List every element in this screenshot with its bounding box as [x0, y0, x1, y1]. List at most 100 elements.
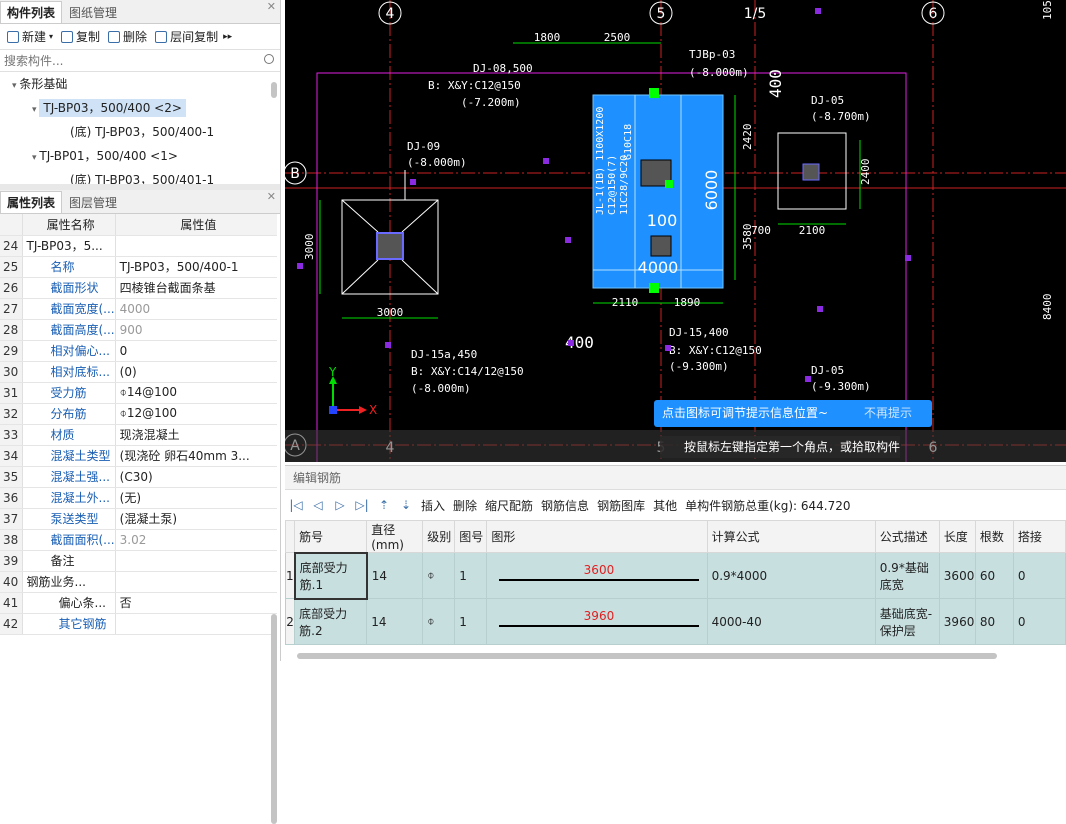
- anno-label: (-8.700m): [811, 110, 871, 123]
- property-row[interactable]: 38 截面面积(... 3.02: [0, 529, 277, 551]
- property-row[interactable]: 39 备注: [0, 550, 277, 572]
- cad-canvas[interactable]: 4 5 1/5 6 B A 4 5 6 4000 100 6000 JL-1(1…: [285, 0, 1066, 462]
- property-row[interactable]: 41 偏心条... 否: [0, 592, 277, 614]
- other-button[interactable]: 其他: [653, 497, 677, 514]
- property-row[interactable]: 36 混凝土外... (无): [0, 487, 277, 509]
- property-value[interactable]: ⌽12@100: [115, 403, 277, 425]
- prev-icon[interactable]: ◁: [311, 498, 325, 512]
- tree-scrollbar[interactable]: [271, 82, 277, 98]
- col-header[interactable]: 直径(mm): [366, 520, 424, 553]
- tree-item-tjbp03[interactable]: ▾ TJ-BP03，500/400 <2>: [0, 96, 280, 120]
- tree-item-tjbp03-bottom[interactable]: (底) TJ-BP03，500/400-1: [0, 120, 280, 144]
- dim-label: 100: [647, 211, 678, 230]
- property-row[interactable]: 32 分布筋 ⌽12@100: [0, 403, 277, 425]
- rebar-label: JL-1(1B) 1100X1200: [595, 107, 606, 215]
- property-value[interactable]: [115, 550, 277, 572]
- copy-button[interactable]: 复制: [58, 28, 103, 45]
- last-icon[interactable]: ▷|: [355, 498, 369, 512]
- col-header[interactable]: 公式描述: [874, 520, 940, 553]
- property-value[interactable]: [115, 571, 277, 593]
- property-row[interactable]: 24 TJ-BP03，5...: [0, 235, 277, 257]
- table-row[interactable]: 2 底部受力筋.2 14 ⌽ 1 3960 4000-40 基础底宽-保护层 3…: [284, 598, 1066, 645]
- property-row[interactable]: 27 截面宽度(... 4000: [0, 298, 277, 320]
- property-value[interactable]: (0): [115, 361, 277, 383]
- scale-button[interactable]: 缩尺配筋: [485, 497, 533, 514]
- col-header[interactable]: 搭接: [1012, 520, 1066, 553]
- close-icon[interactable]: ✕: [267, 190, 276, 203]
- tab-component-list[interactable]: 构件列表: [0, 1, 63, 23]
- anno-label: DJ-09: [407, 140, 440, 153]
- property-value[interactable]: (C30): [115, 466, 277, 488]
- property-value[interactable]: 4000: [115, 298, 277, 320]
- property-value[interactable]: 900: [115, 319, 277, 341]
- col-header[interactable]: 筋号: [294, 520, 368, 553]
- down-icon[interactable]: ⇣: [399, 498, 413, 512]
- property-name: 钢筋业务...: [22, 571, 116, 593]
- anno-label: DJ-05: [811, 364, 844, 377]
- property-value[interactable]: [115, 613, 277, 635]
- property-value[interactable]: 四棱锥台截面条基: [115, 277, 277, 299]
- property-row[interactable]: 28 截面高度(... 900: [0, 319, 277, 341]
- col-header[interactable]: 级别: [422, 520, 456, 553]
- property-grid: 属性名称 属性值 24 TJ-BP03，5... 25 名称 TJ-BP03，500/4…: [0, 214, 280, 824]
- rebar-label: C12@150(7): [607, 155, 618, 215]
- col-header[interactable]: 根数: [974, 520, 1014, 553]
- property-value[interactable]: (混凝土泵): [115, 508, 277, 530]
- search-input[interactable]: [4, 53, 244, 68]
- first-icon[interactable]: |◁: [289, 498, 303, 512]
- tree-item-tjbp01[interactable]: ▾ TJ-BP01，500/400 <1>: [0, 144, 280, 168]
- delete-button[interactable]: 删除: [453, 497, 477, 514]
- insert-button[interactable]: 插入: [421, 497, 445, 514]
- up-icon[interactable]: ⇡: [377, 498, 391, 512]
- axis-label: 6: [929, 6, 938, 22]
- new-button[interactable]: 新建 ▾: [4, 28, 56, 45]
- col-header[interactable]: 图号: [454, 520, 488, 553]
- tree-item-tjbp01-bottom[interactable]: (底) TJ-BP03，500/401-1: [0, 168, 280, 184]
- property-value[interactable]: (无): [115, 487, 277, 509]
- property-value[interactable]: 否: [115, 592, 277, 614]
- info-button[interactable]: 钢筋信息: [541, 497, 589, 514]
- component-search: [0, 50, 280, 72]
- property-name: 截面高度(...: [22, 319, 116, 341]
- tab-drawing-manage[interactable]: 图纸管理: [62, 1, 124, 23]
- property-row[interactable]: 42 其它钢筋: [0, 613, 277, 635]
- property-row[interactable]: 30 相对底标... (0): [0, 361, 277, 383]
- col-header[interactable]: 长度: [938, 520, 976, 553]
- next-icon[interactable]: ▷: [333, 498, 347, 512]
- property-value[interactable]: 0: [115, 340, 277, 362]
- property-row[interactable]: 34 混凝土类型 (现浇砼 卵石40mm 3...: [0, 445, 277, 467]
- property-value[interactable]: TJ-BP03，500/400-1: [115, 256, 277, 278]
- tab-layer-manage[interactable]: 图层管理: [62, 191, 124, 213]
- property-row[interactable]: 31 受力筋 ⌽14@100: [0, 382, 277, 404]
- close-icon[interactable]: ✕: [267, 0, 276, 13]
- property-row[interactable]: 40 钢筋业务...: [0, 571, 277, 593]
- table-hscrollbar[interactable]: [297, 653, 997, 659]
- more-icon[interactable]: ▸▸: [223, 32, 232, 42]
- property-row[interactable]: 25 名称 TJ-BP03，500/400-1: [0, 256, 277, 278]
- property-value[interactable]: 现浇混凝土: [115, 424, 277, 446]
- table-row[interactable]: 1 底部受力筋.1 14 ⌽ 1 3600 0.9*4000 0.9*基础底宽 …: [284, 551, 1066, 600]
- col-header[interactable]: 计算公式: [706, 520, 876, 553]
- hint-tooltip[interactable]: 点击图标可调节提示信息位置~ 不再提示: [654, 400, 932, 427]
- property-value[interactable]: 3.02: [115, 529, 277, 551]
- property-value[interactable]: (现浇砼 卵石40mm 3...: [115, 445, 277, 467]
- property-scrollbar[interactable]: [271, 614, 277, 824]
- tab-property-list[interactable]: 属性列表: [0, 191, 63, 213]
- library-button[interactable]: 钢筋图库: [597, 497, 645, 514]
- property-row[interactable]: 35 混凝土强... (C30): [0, 466, 277, 488]
- property-value[interactable]: ⌽14@100: [115, 382, 277, 404]
- tree-item-group[interactable]: ▾ 条形基础: [0, 72, 280, 96]
- dismiss-link[interactable]: 不再提示: [864, 400, 912, 427]
- property-row[interactable]: 33 材质 现浇混凝土: [0, 424, 277, 446]
- floor-copy-button[interactable]: 层间复制: [152, 28, 221, 45]
- property-row[interactable]: 37 泵送类型 (混凝土泵): [0, 508, 277, 530]
- rebar-editor-title: 编辑钢筋: [285, 466, 1066, 490]
- search-icon[interactable]: [264, 54, 274, 64]
- property-name: 偏心条...: [22, 592, 116, 614]
- property-row[interactable]: 29 相对偏心... 0: [0, 340, 277, 362]
- delete-button[interactable]: 删除: [105, 28, 150, 45]
- property-value[interactable]: [115, 235, 277, 257]
- col-header[interactable]: 图形: [486, 520, 708, 553]
- property-row[interactable]: 26 截面形状 四棱锥台截面条基: [0, 277, 277, 299]
- drawing[interactable]: 4 5 1/5 6 B A 4 5 6 4000 100 6000 JL-1(1…: [285, 0, 1066, 462]
